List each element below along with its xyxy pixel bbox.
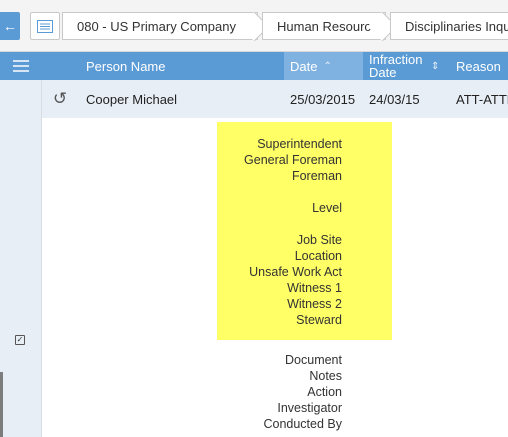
row-selector-gutter: ✓ [0, 80, 42, 437]
breadcrumb-module-label: Human Resources [277, 18, 385, 34]
cell-person-name: Cooper Michael [86, 91, 178, 107]
column-header-infraction-date-label: Infraction Date [369, 52, 423, 80]
field-label: Investigator [277, 401, 342, 415]
arrow-left-icon: ← [3, 18, 17, 34]
table-row[interactable]: ↺ Cooper Michael 25/03/2015 24/03/15 ATT… [42, 80, 508, 118]
field-label: Level [312, 201, 342, 215]
field-label: Document [285, 353, 342, 367]
sort-both-icon: ⇕ [431, 60, 440, 72]
checkbox-icon[interactable]: ✓ [15, 335, 25, 345]
list-icon [37, 19, 53, 33]
breadcrumb-company[interactable]: 080 - US Primary Company ↓ [62, 12, 258, 40]
cell-date: 25/03/2015 [290, 91, 356, 107]
column-header-person-name[interactable]: Person Name [86, 52, 165, 80]
column-header-reason[interactable]: Reason ⇕ [448, 52, 508, 80]
field-label: Conducted By [263, 417, 342, 431]
back-button[interactable]: ← [0, 12, 20, 40]
field-label: Superintendent [257, 137, 342, 151]
hamburger-icon [13, 60, 29, 72]
field-label: Unsafe Work Act [249, 265, 342, 279]
breadcrumb-company-label: 080 - US Primary Company [77, 18, 236, 34]
field-label: Steward [296, 313, 342, 327]
detail-labels: Superintendent General Foreman Foreman L… [217, 136, 342, 432]
arrow-down-icon[interactable]: ↓ [242, 18, 249, 34]
column-menu-button[interactable] [0, 52, 42, 80]
breadcrumb-page-label: Disciplinaries Inquiry [405, 18, 508, 34]
breadcrumb-module[interactable]: Human Resources [262, 12, 386, 40]
column-header-person-name-label: Person Name [86, 58, 166, 74]
breadcrumb: ← 080 - US Primary Company ↓ Human Resou… [0, 0, 508, 52]
cell-infraction-date: 24/03/15 [369, 91, 420, 107]
column-header-date-label: Date [290, 58, 318, 74]
breadcrumb-page[interactable]: Disciplinaries Inquiry [390, 12, 508, 40]
sort-ascending-icon: ⌃ [323, 60, 332, 72]
field-label: Witness 1 [287, 281, 342, 295]
field-label: Action [307, 385, 342, 399]
column-header-infraction-date[interactable]: Infraction Date ⇕ [365, 52, 443, 80]
field-label: Location [294, 249, 342, 263]
field-label: Foreman [291, 169, 342, 183]
field-label: Job Site [296, 233, 342, 247]
column-header-date[interactable]: Date ⌃ [284, 52, 363, 80]
field-label: Witness 2 [287, 297, 342, 311]
field-label: Notes [309, 369, 342, 383]
cell-reason: ATT-ATTE [456, 91, 508, 107]
scroll-edge [0, 372, 3, 437]
field-label [217, 216, 342, 232]
field-label [217, 184, 342, 200]
field-label: General Foreman [244, 153, 342, 167]
column-header-reason-label: Reason [456, 58, 501, 74]
grid-header: Person Name Date ⌃ Infraction Date ⇕ Rea… [0, 52, 508, 80]
list-view-button[interactable] [30, 12, 60, 40]
undo-icon[interactable]: ↺ [50, 80, 70, 118]
